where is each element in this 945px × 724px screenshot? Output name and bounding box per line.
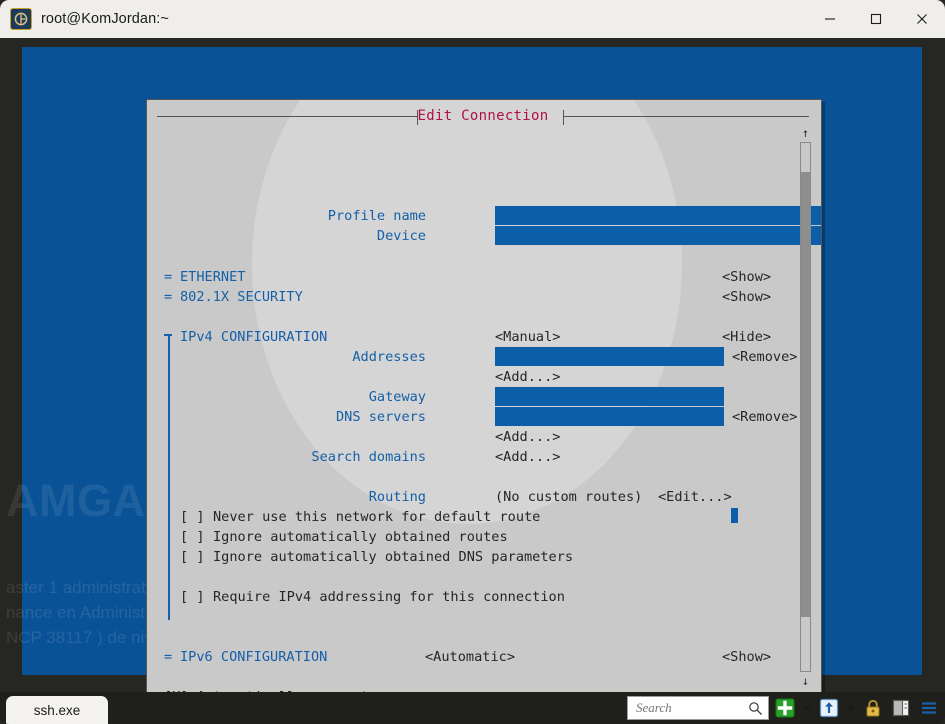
dns-servers-remove-button[interactable]: <Remove> bbox=[732, 407, 797, 427]
routing-edit-button[interactable]: <Edit...> bbox=[658, 487, 732, 507]
profile-name-input[interactable]: Wired connection 1_________________ bbox=[495, 206, 821, 225]
routing-value: (No custom routes) bbox=[495, 489, 643, 505]
terminal-tab-ssh[interactable]: ssh.exe bbox=[6, 696, 108, 724]
profile-name-label: Profile name bbox=[327, 208, 426, 224]
search-icon[interactable] bbox=[748, 701, 763, 716]
add-session-dropdown-caret-icon[interactable] bbox=[801, 696, 813, 720]
ethernet-show-button[interactable]: <Show> bbox=[722, 267, 771, 287]
maximize-button[interactable] bbox=[853, 0, 899, 38]
bottom-tab-bar: ssh.exe bbox=[0, 692, 945, 724]
close-button[interactable] bbox=[899, 0, 945, 38]
search-input[interactable] bbox=[634, 697, 748, 719]
search-box[interactable] bbox=[627, 696, 769, 720]
window-titlebar: root@KomJordan:~ bbox=[0, 0, 945, 38]
ipv6-show-button[interactable]: <Show> bbox=[722, 647, 771, 667]
gateway-label: Gateway bbox=[368, 389, 426, 405]
search-domains-add-button[interactable]: <Add...> bbox=[495, 447, 560, 467]
addresses-add-button[interactable]: <Add...> bbox=[495, 367, 560, 387]
search-domains-label: Search domains bbox=[311, 449, 426, 465]
add-session-button[interactable] bbox=[773, 696, 797, 720]
scrollbar-thumb[interactable] bbox=[801, 172, 810, 617]
minimize-button[interactable] bbox=[807, 0, 853, 38]
ipv4-section-label[interactable]: IPv4 CONFIGURATION bbox=[180, 327, 327, 347]
dialog-body: Profile name Wired connection 1_________… bbox=[147, 100, 821, 692]
device-input[interactable]: ens160 (00:0C:29:BD:E5:F8)________ bbox=[495, 226, 821, 245]
checkbox-never-default-route-box[interactable]: [ ] bbox=[180, 507, 205, 527]
split-pane-icon[interactable] bbox=[889, 696, 913, 720]
window-title: root@KomJordan:~ bbox=[41, 11, 169, 27]
ipv4-tree-line bbox=[168, 336, 170, 620]
addresses-remove-button[interactable]: <Remove> bbox=[732, 347, 797, 367]
checkbox-ignore-dns-box[interactable]: [ ] bbox=[180, 547, 205, 567]
device-label: Device bbox=[376, 228, 426, 244]
terminal-area[interactable]: AMGANING KOM Axel Jordan aster 1 adminis… bbox=[0, 38, 945, 692]
routing-label: Routing bbox=[368, 489, 426, 505]
ipv4-hide-button[interactable]: <Hide> bbox=[722, 327, 771, 347]
hamburger-menu-icon[interactable] bbox=[917, 696, 941, 720]
dns-servers-input[interactable]: 192.168.10.150___________ bbox=[495, 407, 724, 426]
checkbox-ignore-dns-label[interactable]: Ignore automatically obtained DNS parame… bbox=[213, 547, 573, 567]
text-cursor bbox=[731, 508, 738, 523]
bottom-toolbar bbox=[627, 695, 941, 721]
dot1x-show-button[interactable]: <Show> bbox=[722, 287, 771, 307]
ipv6-mode-select[interactable]: <Automatic> bbox=[425, 647, 515, 667]
ipv6-section-label[interactable]: IPv6 CONFIGURATION bbox=[180, 647, 327, 667]
upload-button[interactable] bbox=[817, 696, 841, 720]
checkbox-require-ipv4-box[interactable]: [ ] bbox=[180, 587, 205, 607]
dns-servers-label: DNS servers bbox=[335, 409, 426, 425]
upload-dropdown-caret-icon[interactable] bbox=[845, 696, 857, 720]
checkbox-never-default-route-label[interactable]: Never use this network for default route bbox=[213, 507, 540, 527]
scroll-up-arrow-icon[interactable]: ↑ bbox=[799, 126, 812, 140]
ipv4-mode-select[interactable]: <Manual> bbox=[495, 327, 560, 347]
dns-servers-add-button[interactable]: <Add...> bbox=[495, 427, 560, 447]
ethernet-expand-marker[interactable]: = bbox=[164, 267, 172, 287]
addresses-input[interactable]: 192.168.10.153/25________ bbox=[495, 347, 724, 366]
scroll-down-arrow-icon[interactable]: ↓ bbox=[799, 674, 812, 688]
gateway-input[interactable]: 255.255.255.128__________ bbox=[495, 387, 724, 406]
terminal-app-icon bbox=[10, 8, 32, 30]
addresses-label: Addresses bbox=[352, 349, 426, 365]
dot1x-expand-marker[interactable]: = bbox=[164, 287, 172, 307]
dot1x-section-label[interactable]: 802.1X SECURITY bbox=[180, 287, 303, 307]
ethernet-section-label[interactable]: ETHERNET bbox=[180, 267, 245, 287]
checkbox-ignore-routes-box[interactable]: [ ] bbox=[180, 527, 205, 547]
ipv6-expand-marker[interactable]: = bbox=[164, 647, 172, 667]
checkbox-auto-connect-box[interactable]: [X] bbox=[164, 687, 189, 692]
checkbox-auto-connect-label[interactable]: Automatically connect bbox=[197, 687, 369, 692]
lock-icon[interactable] bbox=[861, 696, 885, 720]
terminal-window: root@KomJordan:~ AMGANING KOM Axel Jorda… bbox=[0, 0, 945, 724]
checkbox-ignore-routes-label[interactable]: Ignore automatically obtained routes bbox=[213, 527, 508, 547]
checkbox-require-ipv4-label[interactable]: Require IPv4 addressing for this connect… bbox=[213, 587, 565, 607]
edit-connection-dialog: Edit Connection Profile name Wired conne… bbox=[146, 99, 822, 692]
dialog-scrollbar[interactable]: ↑ ▯ ↓ bbox=[799, 126, 812, 688]
